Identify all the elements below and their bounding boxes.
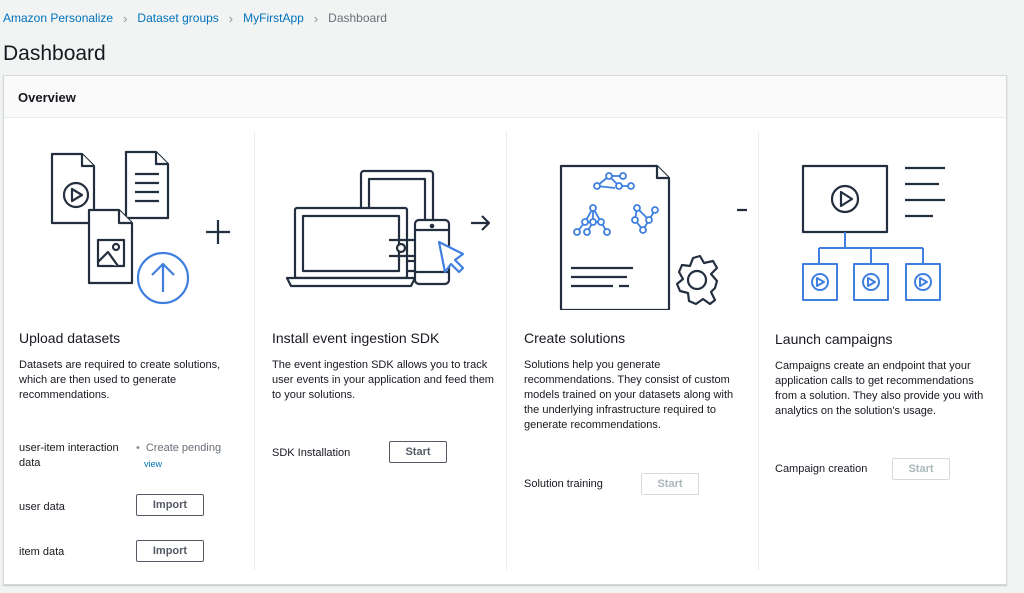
solutions-illustration: [559, 164, 747, 310]
chevron-right-icon: ›: [313, 10, 319, 26]
step-create-solutions: Create solutions Solutions help you gene…: [507, 132, 757, 570]
install-sdk-description: The event ingestion SDK allows you to tr…: [272, 359, 494, 401]
chevron-right-icon: ›: [123, 10, 128, 26]
upload-datasets-title: Upload datasets: [19, 330, 121, 346]
solution-training-label: Solution training: [524, 478, 603, 490]
create-solutions-description: Solutions help you generate recommendati…: [524, 359, 734, 431]
sdk-illustration: [285, 169, 491, 288]
step-upload-datasets: Upload datasets Datasets are required to…: [4, 132, 254, 570]
launch-campaigns-description: Campaigns create an endpoint that your a…: [775, 360, 984, 417]
campaign-creation-label: Campaign creation: [775, 463, 868, 475]
chevron-right-icon: ›: [228, 10, 234, 26]
status-dot-icon: •: [136, 442, 140, 454]
breadcrumb-amazon-personalize[interactable]: Amazon Personalize: [3, 11, 113, 25]
launch-campaigns-title: Launch campaigns: [775, 331, 893, 347]
upload-datasets-description: Datasets are required to create solution…: [19, 359, 221, 401]
import-item-data-button[interactable]: Import: [136, 540, 204, 562]
overview-title: Overview: [18, 90, 76, 105]
campaigns-illustration: [801, 164, 945, 301]
item-data-label: item data: [19, 546, 65, 558]
solution-start-button[interactable]: Start: [641, 473, 699, 495]
step-launch-campaigns: Launch campaigns Campaigns create an end…: [759, 132, 1006, 570]
breadcrumb-current: Dashboard: [328, 11, 387, 25]
breadcrumb-myfirstapp[interactable]: MyFirstApp: [243, 11, 304, 25]
campaign-start-button[interactable]: Start: [892, 458, 950, 480]
sdk-start-button[interactable]: Start: [389, 441, 447, 463]
install-sdk-title: Install event ingestion SDK: [272, 330, 440, 346]
user-data-label: user data: [19, 501, 65, 513]
import-user-data-button[interactable]: Import: [136, 494, 204, 516]
overview-panel: Overview Upload datasets Datasets are re…: [3, 75, 1007, 585]
breadcrumb-dataset-groups[interactable]: Dataset groups: [137, 11, 218, 25]
upload-datasets-illustration: [50, 150, 230, 305]
sdk-installation-label: SDK Installation: [272, 447, 351, 459]
page-title: Dashboard: [3, 42, 106, 65]
overview-steps: Upload datasets Datasets are required to…: [4, 132, 1006, 570]
interaction-data-status: • Create pending: [136, 442, 221, 454]
create-solutions-title: Create solutions: [524, 330, 626, 346]
interaction-data-label: user-item interaction data: [19, 442, 119, 469]
breadcrumb: Amazon Personalize › Dataset groups › My…: [3, 10, 387, 26]
interaction-data-view-link[interactable]: view: [144, 459, 162, 469]
create-pending-text: Create pending: [145, 442, 222, 454]
step-install-sdk: Install event ingestion SDK The event in…: [255, 132, 505, 570]
overview-header: Overview: [4, 76, 1006, 118]
